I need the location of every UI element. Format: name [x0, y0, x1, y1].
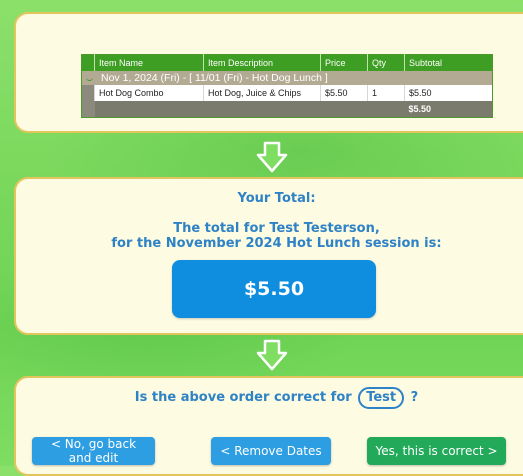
header-price: Price	[320, 54, 368, 71]
date-group-cell: Nov 1, 2024 (Fri) - [ 11/01 (Fri) - Hot …	[81, 71, 493, 85]
down-arrow-icon	[256, 339, 288, 371]
date-group-row[interactable]: Nov 1, 2024 (Fri) - [ 11/01 (Fri) - Hot …	[81, 71, 493, 85]
total-gutter	[81, 101, 95, 118]
table-header-row: Item Name Item Description Price Qty Sub…	[81, 54, 493, 71]
table-total-value: $5.50	[404, 101, 493, 118]
down-arrow-icon	[264, 0, 266, 1]
total-description-line-2: for the November 2024 Hot Lunch session …	[111, 236, 442, 251]
confirm-correct-button[interactable]: Yes, this is correct >	[367, 437, 506, 465]
item-subtotal-cell: $5.50	[404, 85, 493, 101]
down-arrow-icon	[256, 141, 288, 173]
total-description-line-1: The total for Test Testerson,	[173, 221, 380, 236]
table-total-row: $5.50	[81, 101, 493, 118]
go-back-edit-button[interactable]: < No, go back and edit	[32, 437, 155, 465]
remove-dates-button[interactable]: < Remove Dates	[211, 437, 331, 465]
confirm-question-prefix: Is the above order correct for	[134, 390, 352, 405]
item-description-cell: Hot Dog, Juice & Chips	[203, 85, 321, 101]
confirm-question: Is the above order correct for Test ?	[16, 387, 523, 409]
table-header-gutter	[81, 54, 95, 71]
header-item-description: Item Description	[203, 54, 321, 71]
total-amount: $5.50	[172, 260, 376, 318]
student-name-badge: Test	[358, 387, 405, 409]
header-qty: Qty	[367, 54, 405, 71]
total-heading: Your Total:	[237, 191, 316, 206]
total-spacer	[94, 101, 405, 118]
order-table: Item Name Item Description Price Qty Sub…	[81, 54, 493, 118]
item-name-cell: Hot Dog Combo	[94, 85, 204, 101]
header-subtotal: Subtotal	[404, 54, 493, 71]
table-row: Hot Dog Combo Hot Dog, Juice & Chips $5.…	[81, 85, 493, 101]
header-item-name: Item Name	[94, 54, 204, 71]
confirm-question-suffix: ?	[410, 390, 419, 405]
item-qty-cell: 1	[367, 85, 405, 101]
order-card: Item Name Item Description Price Qty Sub…	[14, 12, 523, 133]
expand-icon[interactable]	[86, 76, 93, 81]
row-gutter	[81, 85, 95, 101]
item-price-cell: $5.50	[320, 85, 368, 101]
confirm-card: Is the above order correct for Test ? < …	[14, 376, 523, 476]
date-group-label: Nov 1, 2024 (Fri) - [ 11/01 (Fri) - Hot …	[101, 72, 328, 84]
total-card: Your Total: The total for Test Testerson…	[14, 177, 523, 335]
